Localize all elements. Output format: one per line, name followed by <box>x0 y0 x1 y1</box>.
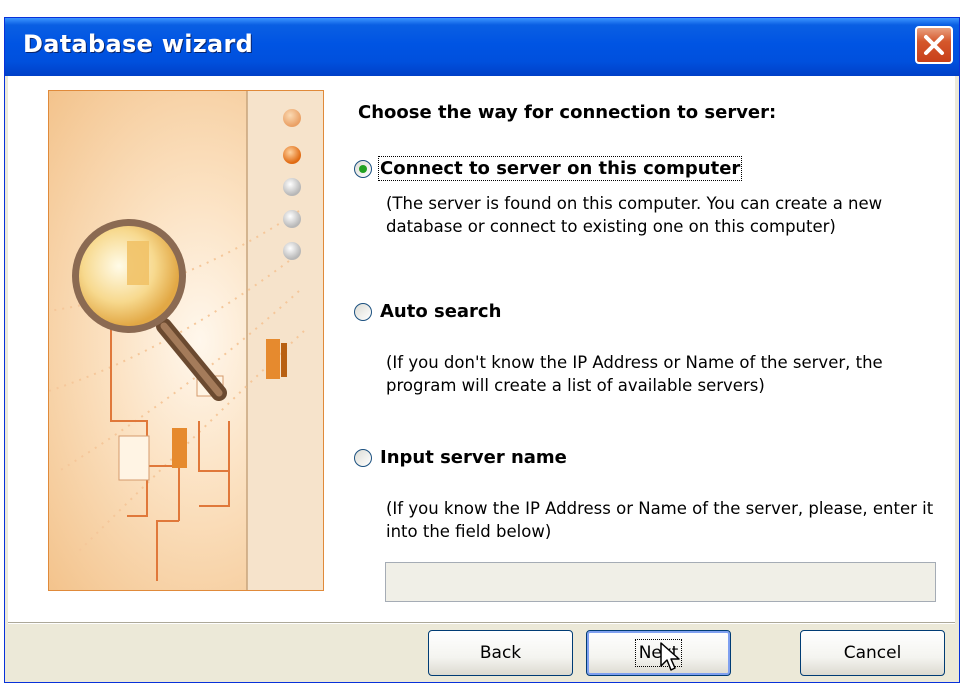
close-button[interactable] <box>915 26 953 64</box>
wizard-window: Database wizard Choose the way for conne… <box>4 17 960 683</box>
radio-button-selected[interactable] <box>354 159 372 178</box>
radio-input-server-name[interactable]: Input server name <box>354 447 567 468</box>
mouse-cursor-icon <box>660 642 680 671</box>
option-label-auto-search: Auto search <box>380 301 502 322</box>
footer-separator <box>8 622 955 624</box>
title-bar[interactable]: Database wizard <box>5 18 959 76</box>
next-button[interactable]: Next <box>586 630 731 676</box>
option-description-connect-local: (The server is found on this computer. Y… <box>386 194 883 236</box>
option-description-input-server-name: (If you know the IP Address or Name of t… <box>386 499 934 541</box>
back-button-label: Back <box>479 643 522 663</box>
cancel-button[interactable]: Cancel <box>800 630 945 676</box>
wizard-illustration <box>48 90 324 591</box>
server-name-input[interactable] <box>385 562 936 602</box>
radio-button[interactable] <box>354 302 372 321</box>
back-button[interactable]: Back <box>428 630 573 676</box>
option-label-connect-local: Connect to server on this computer <box>377 156 743 181</box>
option-label-input-server-name: Input server name <box>380 447 567 468</box>
option-description-auto-search: (If you don't know the IP Address or Nam… <box>386 353 883 395</box>
page-heading: Choose the way for connection to server: <box>358 102 777 123</box>
radio-connect-local[interactable]: Connect to server on this computer <box>354 156 743 181</box>
close-icon <box>924 35 944 55</box>
wizard-content: Choose the way for connection to server:… <box>8 76 955 622</box>
window-title: Database wizard <box>23 30 254 58</box>
cancel-button-label: Cancel <box>843 643 902 663</box>
radio-button[interactable] <box>354 448 372 467</box>
radio-auto-search[interactable]: Auto search <box>354 301 501 322</box>
